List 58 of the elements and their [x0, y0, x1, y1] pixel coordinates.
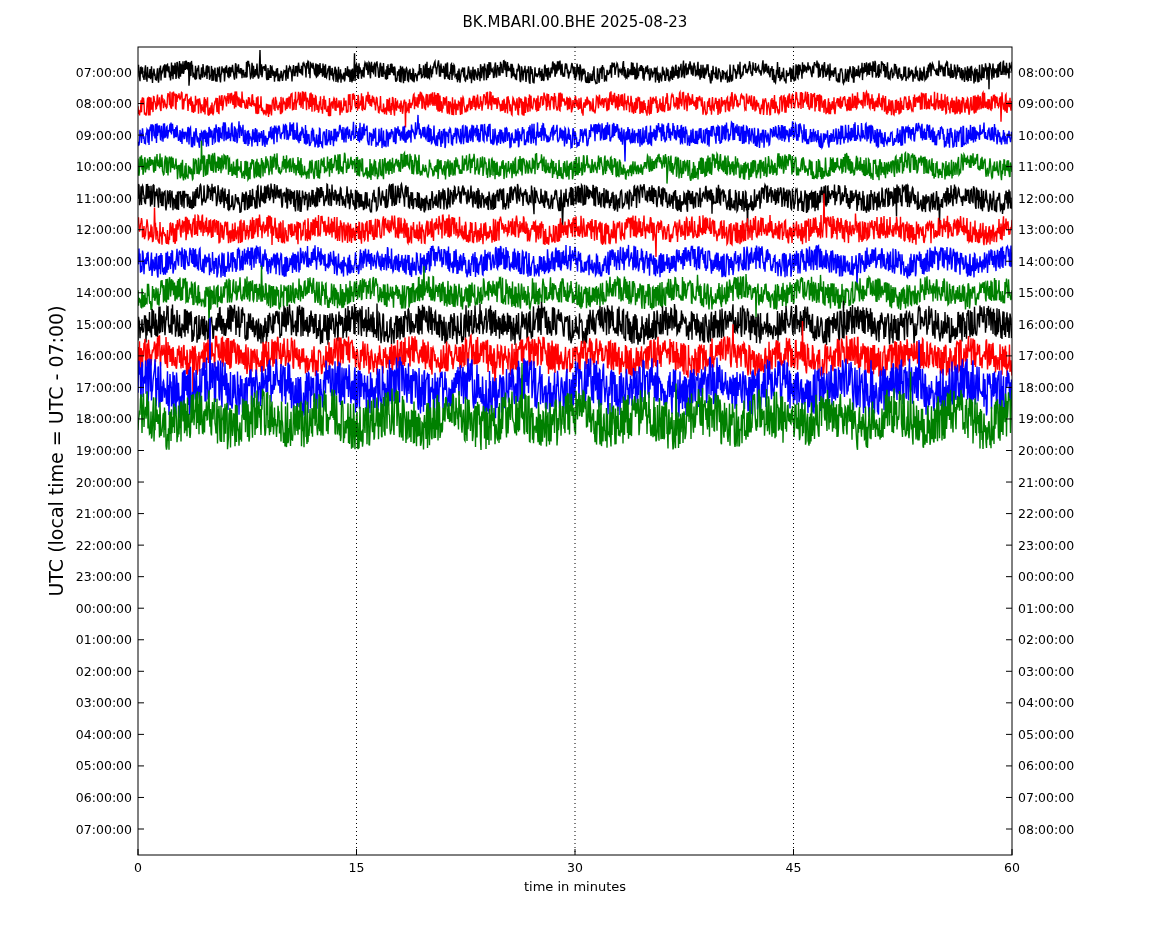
y-tick-label: 18:00:00: [1018, 379, 1075, 395]
y-tick-label: 02:00:00: [1018, 632, 1075, 648]
y-tick-label: 10:00:00: [75, 159, 132, 175]
y-tick-label: 14:00:00: [1018, 253, 1075, 269]
y-tick-label: 10:00:00: [1018, 127, 1075, 143]
y-tick-label: 19:00:00: [75, 443, 132, 458]
y-tick-label: 21:00:00: [1018, 474, 1075, 490]
y-tick-label: 14:00:00: [75, 285, 132, 301]
x-tick-label: 30: [567, 860, 583, 875]
y-tick-label: 04:00:00: [75, 726, 132, 742]
plot-title: BK.MBARI.00.BHE 2025-08-23: [462, 13, 688, 31]
y-tick-label: 08:00:00: [1018, 64, 1075, 80]
y-tick-label: 18:00:00: [75, 411, 132, 427]
y-tick-label: 03:00:00: [75, 695, 132, 711]
y-tick-label: 22:00:00: [1018, 506, 1075, 522]
x-axis-label: time in minutes: [523, 879, 627, 894]
x-tick-label: 0: [134, 860, 142, 875]
y-tick-label: 06:00:00: [75, 789, 132, 805]
y-tick-label: 22:00:00: [75, 537, 132, 553]
y-tick-label: 00:00:00: [75, 600, 132, 616]
y-tick-label: 09:00:00: [1018, 96, 1075, 112]
y-tick-label: 07:00:00: [75, 821, 132, 837]
y-tick-label: 11:00:00: [75, 190, 132, 206]
y-tick-label: 05:00:00: [1018, 726, 1075, 742]
x-tick-label: 15: [348, 860, 365, 875]
y-tick-label: 13:00:00: [75, 253, 132, 269]
y-tick-label: 15:00:00: [75, 316, 132, 332]
y-tick-label: 04:00:00: [1018, 695, 1075, 711]
y-tick-label: 13:00:00: [1018, 222, 1075, 238]
y-tick-label: 08:00:00: [75, 96, 132, 112]
y-tick-label: 05:00:00: [75, 758, 132, 774]
y-tick-label: 03:00:00: [1018, 663, 1075, 679]
y-tick-label: 07:00:00: [1018, 789, 1075, 805]
y-tick-label: 12:00:00: [75, 222, 132, 238]
y-tick-label: 23:00:00: [75, 569, 132, 585]
y-tick-label: 06:00:00: [1018, 758, 1075, 774]
y-tick-label: 09:00:00: [75, 127, 132, 143]
y-axis-label: UTC (local time = UTC - 07:00): [45, 305, 67, 597]
y-tick-label: 00:00:00: [1018, 569, 1075, 585]
y-tick-label: 15:00:00: [1018, 285, 1075, 301]
y-tick-label: 16:00:00: [75, 348, 132, 364]
y-tick-label: 23:00:00: [1018, 537, 1075, 553]
y-tick-label: 20:00:00: [75, 474, 132, 490]
y-tick-label: 01:00:00: [75, 632, 132, 648]
y-tick-label: 21:00:00: [75, 506, 132, 522]
y-tick-label: 01:00:00: [1018, 600, 1075, 616]
y-tick-label: 17:00:00: [1018, 348, 1075, 364]
y-tick-label: 17:00:00: [75, 379, 132, 395]
y-tick-label: 16:00:00: [1018, 316, 1075, 332]
y-tick-label: 07:00:00: [75, 64, 132, 80]
y-tick-label: 08:00:00: [1018, 821, 1075, 837]
x-tick-label: 45: [785, 860, 802, 875]
x-tick-label: 60: [1004, 860, 1020, 875]
y-tick-label: 02:00:00: [75, 663, 132, 679]
y-tick-label: 19:00:00: [1018, 411, 1075, 427]
y-tick-label: 12:00:00: [1018, 190, 1075, 206]
y-tick-label: 20:00:00: [1018, 443, 1075, 458]
y-tick-label: 11:00:00: [1018, 159, 1075, 175]
